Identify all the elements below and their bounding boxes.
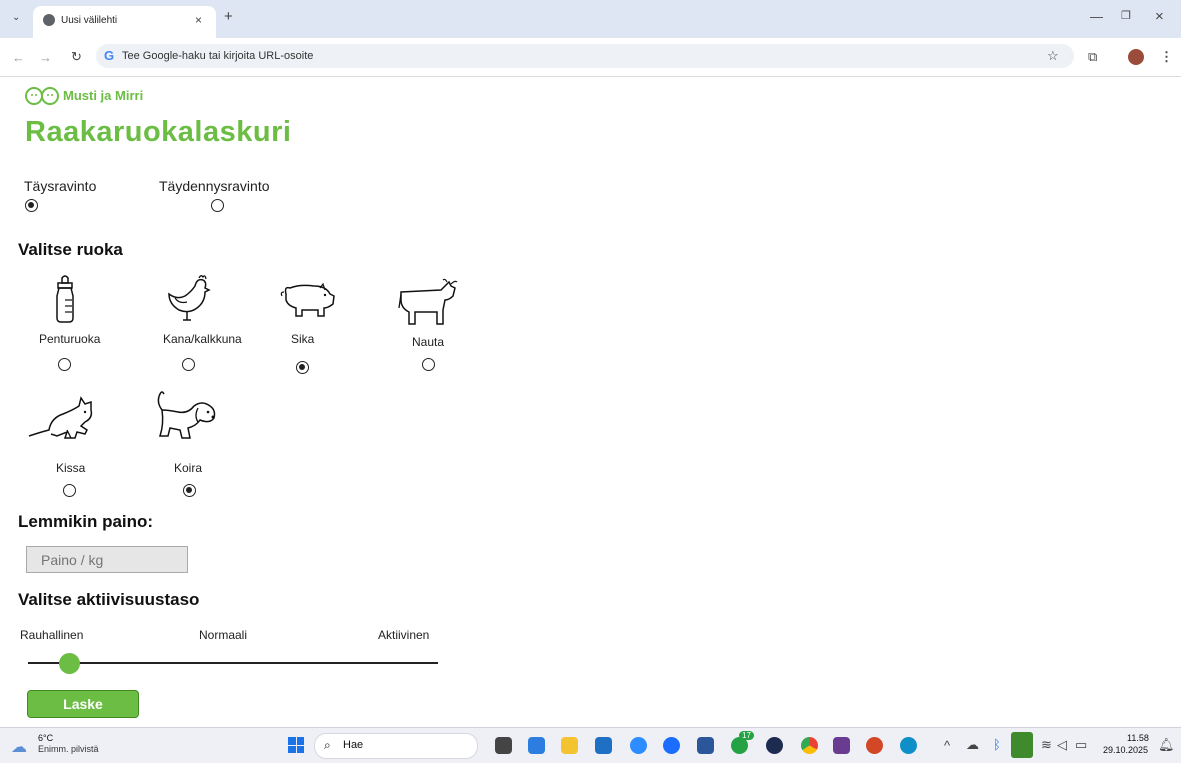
forward-icon[interactable]: → bbox=[39, 51, 52, 64]
outlook-icon[interactable] bbox=[595, 737, 612, 754]
weight-input[interactable] bbox=[26, 546, 188, 573]
powerpoint-icon[interactable] bbox=[866, 737, 883, 754]
windows-start-icon[interactable] bbox=[288, 737, 304, 753]
search-icon: ⌕ bbox=[324, 738, 331, 752]
clock-date[interactable]: 29.10.2025 bbox=[1103, 745, 1148, 755]
activity-label-calm: Rauhallinen bbox=[20, 628, 84, 642]
dog-icon bbox=[157, 391, 216, 439]
weather-cloud-icon: ☁ bbox=[11, 739, 27, 756]
activity-slider-thumb[interactable] bbox=[59, 653, 80, 674]
food-label-puppy: Penturuoka bbox=[39, 332, 101, 346]
diet-radio-supplement[interactable] bbox=[211, 199, 224, 212]
file-explorer-icon[interactable] bbox=[561, 737, 578, 754]
wifi-icon[interactable]: ≋ bbox=[1041, 738, 1052, 751]
app-circle-icon[interactable] bbox=[766, 737, 783, 754]
battery-icon[interactable]: ▭ bbox=[1075, 738, 1087, 751]
food-radio-dog[interactable] bbox=[183, 484, 196, 497]
chat-badge: 17 bbox=[739, 731, 754, 740]
weight-heading: Lemmikin paino: bbox=[18, 512, 154, 531]
chrome-icon[interactable] bbox=[801, 737, 818, 754]
activity-heading: Valitse aktiivisuustaso bbox=[18, 590, 200, 609]
close-tab-icon[interactable]: × bbox=[195, 14, 202, 26]
reload-icon[interactable]: ↻ bbox=[71, 50, 82, 63]
diet-radio-full[interactable] bbox=[25, 199, 38, 212]
word-icon[interactable] bbox=[697, 737, 714, 754]
food-radio-puppy[interactable] bbox=[58, 358, 71, 371]
task-view-icon[interactable] bbox=[495, 737, 512, 754]
tab-title: Uusi välilehti bbox=[61, 15, 118, 26]
activity-label-active: Aktiivinen bbox=[378, 628, 430, 642]
food-heading: Valitse ruoka bbox=[18, 240, 123, 259]
menu-dots-icon[interactable]: ⋮ bbox=[1160, 50, 1173, 63]
chicken-icon bbox=[168, 275, 211, 321]
food-radio-chicken[interactable] bbox=[182, 358, 195, 371]
tray-cloud-icon[interactable]: ☁ bbox=[966, 738, 979, 751]
weather-desc: Enimm. pilvistä bbox=[38, 744, 99, 754]
zoom-icon[interactable] bbox=[630, 737, 647, 754]
edge-icon[interactable] bbox=[900, 737, 917, 754]
volume-icon[interactable]: ◁ bbox=[1057, 738, 1067, 751]
food-radio-pork[interactable] bbox=[296, 361, 309, 374]
notification-bell-icon[interactable]: 🔔︎ bbox=[1158, 738, 1175, 751]
weather-temp: 6°C bbox=[38, 733, 54, 743]
restore-icon[interactable]: ❐ bbox=[1121, 11, 1131, 22]
profile-avatar[interactable] bbox=[1128, 49, 1144, 65]
food-radio-beef[interactable] bbox=[422, 358, 435, 371]
cow-icon bbox=[398, 278, 458, 325]
pig-icon bbox=[280, 282, 335, 317]
logo-text: Musti ja Mirri bbox=[63, 88, 144, 103]
page-title: Raakaruokalaskuri bbox=[25, 116, 292, 148]
activity-slider-track[interactable] bbox=[28, 662, 438, 664]
slack-icon[interactable] bbox=[833, 737, 850, 754]
chrome-favicon-icon bbox=[43, 14, 55, 26]
tab-search-icon[interactable]: ⌄ bbox=[12, 13, 20, 23]
food-label-dog: Koira bbox=[174, 461, 203, 475]
clock-time[interactable]: 11.58 bbox=[1127, 733, 1149, 743]
bluetooth-icon[interactable]: ᛒ bbox=[993, 738, 1001, 751]
close-window-icon[interactable]: × bbox=[1155, 9, 1164, 24]
baby-bottle-icon bbox=[56, 275, 74, 323]
teams-icon[interactable] bbox=[528, 737, 545, 754]
back-icon[interactable]: ← bbox=[12, 51, 25, 64]
diet-label-full: Täysravinto bbox=[24, 178, 97, 194]
new-tab-icon[interactable]: + bbox=[224, 9, 233, 24]
food-label-cat: Kissa bbox=[56, 461, 86, 475]
food-radio-cat[interactable] bbox=[63, 484, 76, 497]
browser-tab[interactable]: Uusi välilehti × bbox=[33, 6, 216, 38]
bookmark-star-icon[interactable]: ☆ bbox=[1047, 49, 1059, 62]
windows-taskbar: ☁ 6°C Enimm. pilvistä ⌕ Hae 17 ^ ☁ ᛒ ≋ ◁… bbox=[0, 727, 1181, 763]
extensions-icon[interactable]: ⧉ bbox=[1088, 50, 1097, 63]
food-label-beef: Nauta bbox=[412, 335, 445, 349]
logo-faces-icon bbox=[25, 87, 59, 105]
tray-chevron-icon[interactable]: ^ bbox=[944, 739, 950, 752]
calculate-button[interactable]: Laske bbox=[27, 690, 139, 718]
diet-label-supplement: Täydennysravinto bbox=[159, 178, 270, 194]
search-label: Hae bbox=[343, 739, 364, 751]
taskbar-search[interactable]: ⌕ Hae bbox=[314, 733, 478, 759]
messenger-icon[interactable] bbox=[663, 737, 680, 754]
activity-label-normal: Normaali bbox=[199, 628, 248, 642]
food-label-pork: Sika bbox=[291, 332, 315, 346]
address-bar[interactable]: G Tee Google-haku tai kirjoita URL-osoit… bbox=[96, 44, 1074, 68]
food-label-chicken: Kana/kalkkuna bbox=[163, 332, 242, 346]
microphone-icon[interactable] bbox=[1011, 732, 1033, 758]
browser-tab-bar: ⌄ Uusi välilehti × + — ❐ × bbox=[0, 0, 1181, 38]
cat-icon bbox=[28, 396, 93, 439]
google-g-icon: G bbox=[104, 48, 115, 63]
minimize-icon[interactable]: — bbox=[1090, 10, 1103, 23]
omnibox-placeholder: Tee Google-haku tai kirjoita URL-osoite bbox=[122, 50, 314, 62]
